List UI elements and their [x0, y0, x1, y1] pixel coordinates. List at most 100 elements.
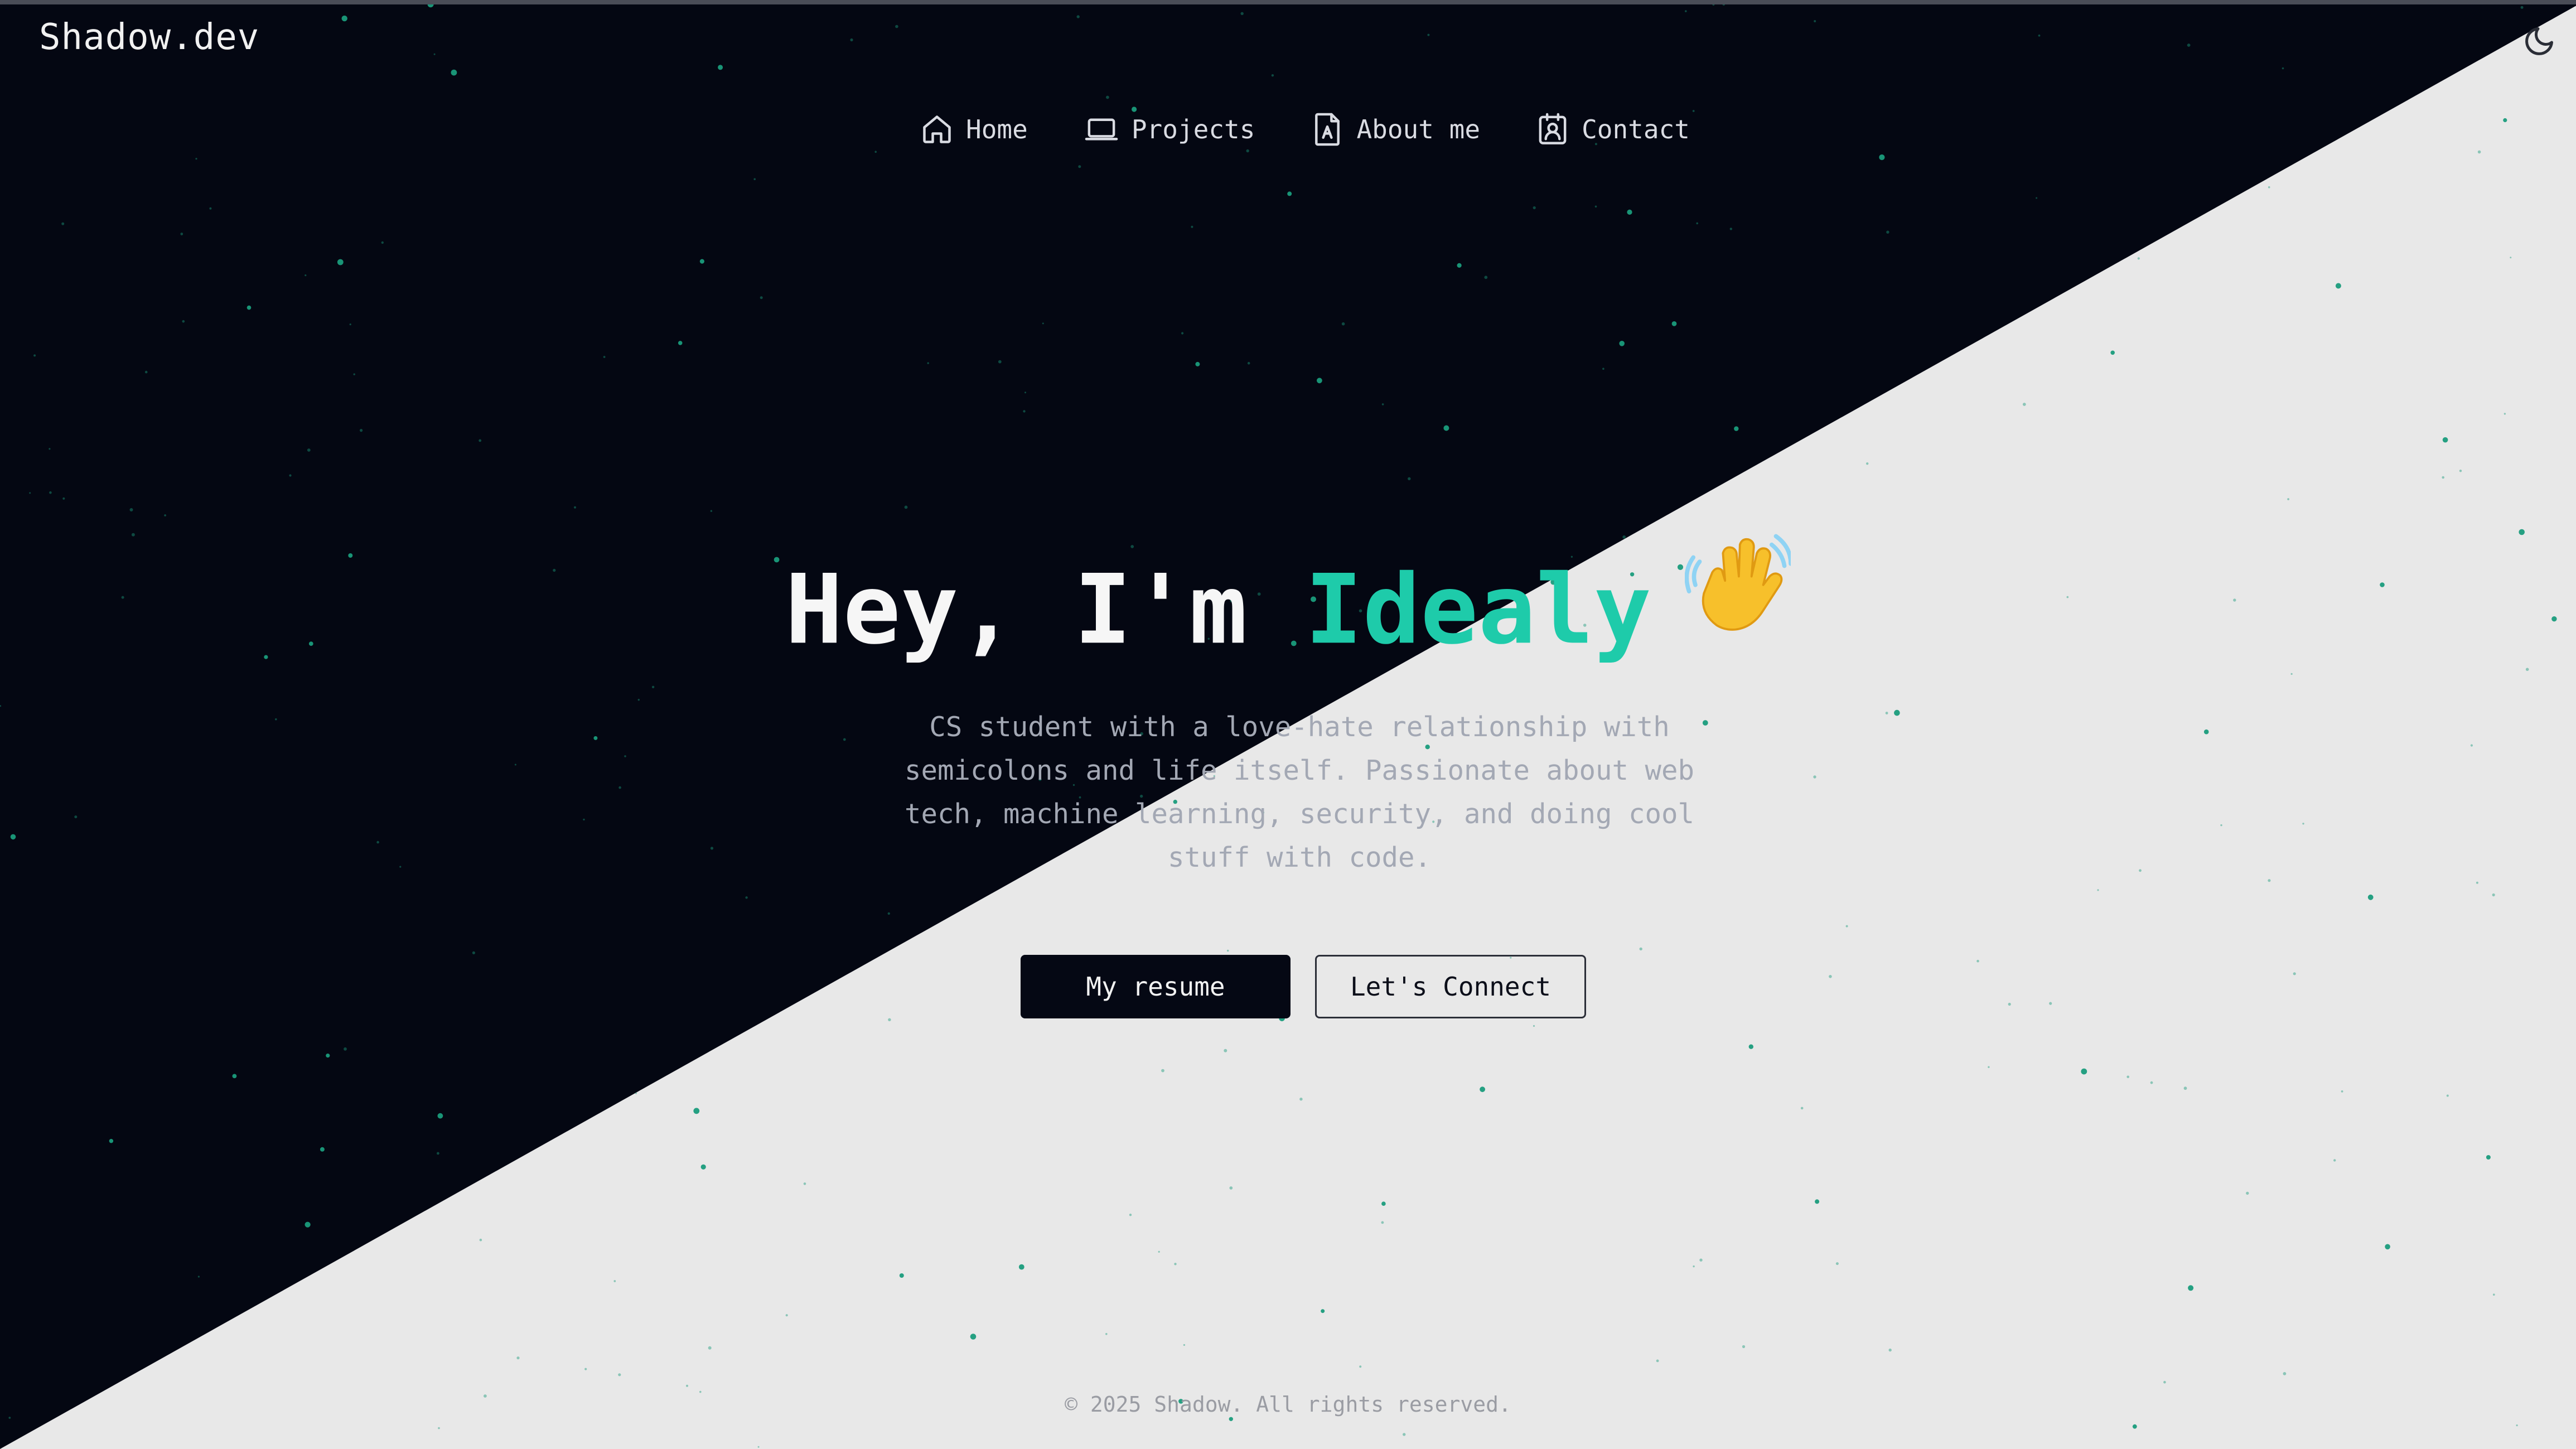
hero-name: Idealy: [1304, 553, 1652, 666]
star-dot: [1699, 1258, 1703, 1262]
star-dot: [2503, 413, 2506, 415]
document-icon: [1315, 113, 1340, 146]
star-dot: [2510, 257, 2512, 259]
star-dot: [2446, 1094, 2449, 1097]
star-dot: [2126, 1075, 2129, 1079]
star-dot: [2268, 186, 2270, 189]
contact-card-icon: [1539, 113, 1567, 144]
hero-greeting: Hey, I'm: [785, 553, 1305, 666]
star-dot: [2163, 1380, 2166, 1384]
star-dot: [2477, 150, 2481, 154]
window-top-border: [0, 0, 2576, 4]
hero-title: Hey, I'm Idealy: [0, 534, 2576, 681]
star-dot: [1988, 1066, 1990, 1068]
hero-description: CS student with a love-hate relationship…: [904, 711, 1695, 873]
resume-button[interactable]: My resume: [1021, 955, 1291, 1018]
star-dot: [618, 1373, 621, 1376]
star-dot: [2008, 1002, 2011, 1006]
star-dot: [2203, 729, 2209, 735]
star-dot: [2493, 1293, 2495, 1296]
star-dot: [2183, 1086, 2187, 1090]
star-dot: [686, 1384, 688, 1387]
nav-item-label: Home: [966, 114, 1028, 144]
star-dot: [1639, 947, 1642, 951]
connect-button[interactable]: Let's Connect: [1315, 955, 1586, 1018]
star-dot: [1813, 775, 1816, 779]
star-dot: [1866, 462, 1869, 465]
star-dot: [1693, 1265, 1695, 1268]
star-dot: [2476, 881, 2478, 884]
theme-toggle-button[interactable]: [2519, 21, 2559, 61]
footer-copyright: © 2025 Shadow. All rights reserved.: [1065, 1392, 1511, 1417]
star-dot: [1018, 1264, 1024, 1270]
star-dot: [970, 1334, 977, 1340]
star-dot: [584, 1368, 587, 1370]
star-dot: [2293, 972, 2296, 975]
star-dot: [1321, 1309, 1325, 1313]
star-dot: [1815, 1199, 1820, 1204]
star-dot: [1748, 1044, 1753, 1049]
star-dot: [1174, 1263, 1177, 1266]
star-dot: [2341, 1090, 2343, 1093]
star-dot: [2283, 1372, 2287, 1375]
star-dot: [785, 1314, 788, 1317]
star-dot: [1105, 1333, 1108, 1335]
star-dot: [2150, 1081, 2153, 1084]
star-dot: [1381, 1201, 1386, 1206]
home-icon: [923, 115, 951, 143]
star-dot: [888, 1018, 891, 1022]
star-dot: [1129, 1214, 1132, 1216]
star-dot: [1845, 925, 1848, 928]
star-dot: [757, 1446, 760, 1448]
star-dot: [1359, 1365, 1362, 1368]
star-dot: [438, 1427, 440, 1429]
star-dot: [1533, 1025, 1535, 1027]
star-dot: [2335, 283, 2341, 289]
main-nav: Home Projects About me Contact: [920, 112, 1690, 147]
nav-item-label: Projects: [1131, 114, 1255, 144]
star-dot: [1299, 1098, 1303, 1101]
star-dot: [2492, 893, 2495, 897]
nav-item-about[interactable]: About me: [1311, 112, 1480, 147]
star-dot: [2470, 744, 2473, 747]
star-dot: [2486, 1155, 2491, 1160]
star-dot: [2110, 350, 2115, 355]
star-dot: [2246, 1191, 2249, 1195]
star-dot: [1480, 1086, 1486, 1093]
nav-item-projects[interactable]: Projects: [1084, 113, 1255, 146]
star-dot: [2097, 889, 2099, 891]
star-dot: [2287, 498, 2289, 500]
star-dot: [2049, 1002, 2052, 1005]
page-background: Shadow.dev Home Projects About me Contac…: [0, 0, 2576, 1449]
site-logo[interactable]: Shadow.dev: [39, 17, 259, 58]
star-dot: [899, 1273, 904, 1278]
star-dot: [1183, 1344, 1185, 1346]
nav-item-label: Contact: [1582, 114, 1690, 144]
star-dot: [1835, 1262, 1839, 1266]
star-dot: [2022, 403, 2026, 406]
star-dot: [1226, 949, 1229, 952]
star-dot: [803, 1182, 806, 1185]
star-dot: [2442, 437, 2448, 443]
star-dot: [1742, 1345, 1746, 1349]
moon-icon: [2525, 27, 2553, 55]
star-dot: [1161, 1069, 1164, 1073]
star-dot: [2132, 1424, 2137, 1429]
star-dot: [1800, 1107, 1804, 1110]
star-dot: [1976, 959, 1979, 963]
star-dot: [1403, 1433, 1406, 1436]
star-dot: [2268, 879, 2271, 882]
star-dot: [1229, 1417, 1233, 1421]
star-dot: [1656, 1359, 1659, 1363]
star-dot: [2220, 824, 2222, 827]
nav-item-contact[interactable]: Contact: [1536, 112, 1690, 147]
nav-item-home[interactable]: Home: [920, 113, 1028, 146]
star-dot: [2367, 894, 2374, 900]
star-dot: [1894, 709, 1900, 716]
star-dot: [2188, 1285, 2194, 1291]
star-dot: [2081, 1068, 2087, 1075]
star-dot: [2442, 476, 2445, 479]
star-dot: [1224, 1049, 1227, 1052]
star-dot: [2139, 869, 2142, 872]
star-dot: [2137, 257, 2140, 260]
